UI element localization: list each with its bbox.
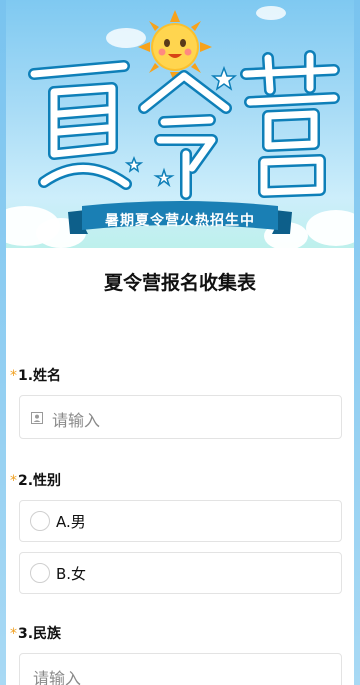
name-input[interactable]: 请输入 <box>19 395 342 439</box>
ethnicity-input-placeholder: 请输入 <box>33 669 82 685</box>
person-icon <box>31 412 43 424</box>
required-mark: * <box>10 626 17 642</box>
name-input-placeholder: 请输入 <box>52 411 101 430</box>
background-strip-right <box>354 0 360 685</box>
banner-image: 暑期夏令营火热招生中 <box>6 0 354 248</box>
summer-camp-title-art <box>28 50 340 200</box>
required-mark: * <box>10 368 17 384</box>
required-mark: * <box>10 473 17 489</box>
ethnicity-input[interactable]: 请输入 <box>19 653 342 685</box>
radio-option-label: A.男 <box>56 513 86 531</box>
question-label-ethnicity: *3.民族 <box>10 623 61 643</box>
question-text: 1.姓名 <box>18 368 62 384</box>
question-label-name: *1.姓名 <box>10 365 61 385</box>
form-card: 暑期夏令营火热招生中 夏令营报名收集表 *1.姓名 请输入 *2.性别 A.男 … <box>6 0 354 685</box>
radio-button[interactable] <box>30 511 50 531</box>
radio-button[interactable] <box>30 563 50 583</box>
ribbon-text: 暑期夏令营火热招生中 <box>105 213 255 229</box>
form-title: 夏令营报名收集表 <box>103 272 256 294</box>
radio-option-label: B.女 <box>56 565 87 583</box>
question-text: 3.民族 <box>18 626 62 642</box>
cloud <box>306 210 354 246</box>
question-label-gender: *2.性别 <box>10 470 61 490</box>
cloud <box>256 6 286 20</box>
question-text: 2.性别 <box>18 473 62 489</box>
radio-option-female[interactable]: B.女 <box>19 552 342 594</box>
radio-option-male[interactable]: A.男 <box>19 500 342 542</box>
